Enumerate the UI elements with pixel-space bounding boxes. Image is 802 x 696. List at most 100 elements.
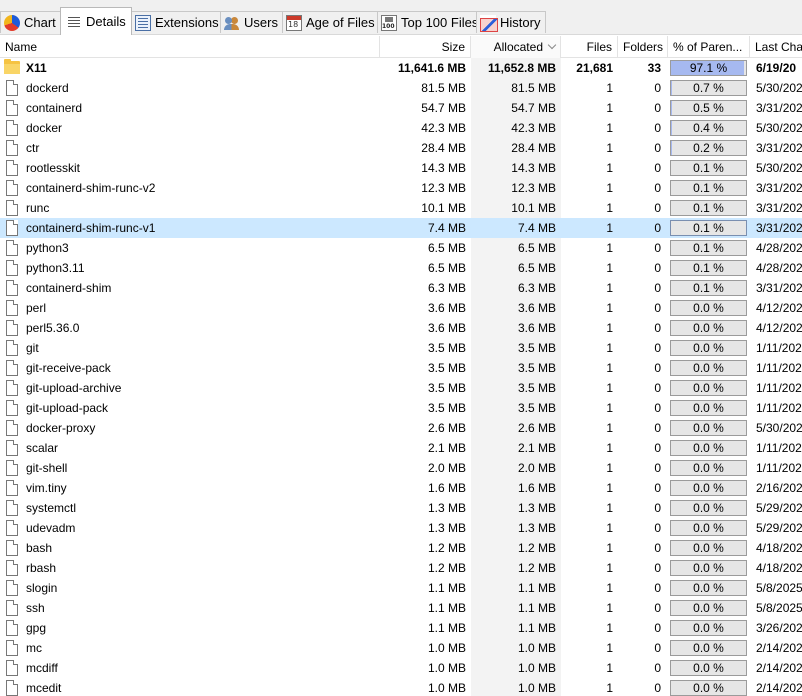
file-row[interactable]: scalar 2.1 MB 2.1 MB 1 0 0.0 % 1/11/202 [0, 438, 802, 458]
percent-of-parent-bar: 0.1 % [670, 220, 747, 236]
file-row[interactable]: containerd-shim 6.3 MB 6.3 MB 1 0 0.1 % 3/31/2… [0, 278, 802, 298]
file-row[interactable]: ssh 1.1 MB 1.1 MB 1 0 0.0 % 5/8/2025 [0, 598, 802, 618]
row-last-change: 5/29/202 [756, 521, 802, 535]
tab-top-100-files[interactable]: Top 100 Files [377, 11, 478, 33]
file-row[interactable]: git-receive-pack 3.5 MB 3.5 MB 1 0 0.0 % 1/11/… [0, 358, 802, 378]
row-folders: 0 [654, 521, 661, 535]
column-header-files[interactable]: Files [561, 36, 618, 58]
file-row[interactable]: containerd-shim-runc-v2 12.3 MB 12.3 MB 1 0 0… [0, 178, 802, 198]
row-allocated: 1.0 MB [471, 658, 561, 678]
row-allocated: 6.5 MB [471, 238, 561, 258]
column-header-last-change[interactable]: Last Char [750, 36, 802, 58]
row-last-change: 4/28/202 [756, 261, 802, 275]
row-allocated: 3.5 MB [471, 378, 561, 398]
row-folders: 0 [654, 601, 661, 615]
file-row[interactable]: vim.tiny 1.6 MB 1.6 MB 1 0 0.0 % 2/16/202 [0, 478, 802, 498]
column-header-percent-of-parent[interactable]: % of Paren... [668, 36, 750, 58]
row-allocated: 12.3 MB [471, 178, 561, 198]
row-files: 1 [606, 101, 613, 115]
tab-chart[interactable]: Chart [0, 11, 61, 33]
row-files: 1 [606, 581, 613, 595]
row-name: python3 [26, 241, 69, 255]
file-row[interactable]: docker-proxy 2.6 MB 2.6 MB 1 0 0.0 % 5/30/202 [0, 418, 802, 438]
tab-users[interactable]: Users [220, 11, 283, 33]
row-last-change: 5/8/2025 [756, 601, 802, 615]
file-row[interactable]: git 3.5 MB 3.5 MB 1 0 0.0 % 1/11/202 [0, 338, 802, 358]
folder-icon [4, 59, 20, 74]
column-header-allocated[interactable]: Allocated [471, 36, 561, 58]
file-row[interactable]: git-upload-archive 3.5 MB 3.5 MB 1 0 0.0 % 1/1… [0, 378, 802, 398]
file-row[interactable]: mcedit 1.0 MB 1.0 MB 1 0 0.0 % 2/14/202 [0, 678, 802, 696]
column-header-name[interactable]: Name [0, 36, 380, 58]
file-icon [6, 160, 18, 176]
row-name: git-shell [26, 461, 68, 475]
calendar-icon [286, 14, 302, 31]
row-allocated: 11,652.8 MB [471, 58, 561, 78]
tab-history[interactable]: History [476, 11, 546, 33]
tab-age-of-files[interactable]: Age of Files [282, 11, 378, 33]
row-folders: 0 [654, 181, 661, 195]
file-row[interactable]: slogin 1.1 MB 1.1 MB 1 0 0.0 % 5/8/2025 [0, 578, 802, 598]
percent-of-parent-text: 0.1 % [693, 261, 724, 275]
row-files: 1 [606, 681, 613, 695]
percent-of-parent-bar: 0.1 % [670, 160, 747, 176]
row-name: dockerd [26, 81, 69, 95]
row-size: 54.7 MB [421, 101, 466, 115]
file-row[interactable]: mcdiff 1.0 MB 1.0 MB 1 0 0.0 % 2/14/202 [0, 658, 802, 678]
row-size: 6.3 MB [427, 281, 466, 295]
file-row[interactable]: bash 1.2 MB 1.2 MB 1 0 0.0 % 4/18/202 [0, 538, 802, 558]
row-allocated: 3.6 MB [471, 298, 561, 318]
tab-extensions[interactable]: Extensions [131, 11, 221, 33]
file-row[interactable]: python3 6.5 MB 6.5 MB 1 0 0.1 % 4/28/202 [0, 238, 802, 258]
row-allocated: 7.4 MB [471, 218, 561, 238]
tab-details[interactable]: Details [60, 7, 132, 35]
percent-of-parent-text: 0.0 % [693, 341, 724, 355]
file-row[interactable]: git-shell 2.0 MB 2.0 MB 1 0 0.0 % 1/11/202 [0, 458, 802, 478]
column-header-size[interactable]: Size [380, 36, 471, 58]
row-name: rootlesskit [26, 161, 81, 175]
row-last-change: 1/11/202 [756, 441, 802, 455]
file-row[interactable]: containerd-shim-runc-v1 7.4 MB 7.4 MB 1 0 0.1… [0, 218, 802, 238]
file-row[interactable]: ctr 28.4 MB 28.4 MB 1 0 0.2 % 3/31/202 [0, 138, 802, 158]
file-row[interactable]: mc 1.0 MB 1.0 MB 1 0 0.0 % 2/14/202 [0, 638, 802, 658]
row-last-change: 1/11/202 [756, 461, 802, 475]
file-row[interactable]: rbash 1.2 MB 1.2 MB 1 0 0.0 % 4/18/202 [0, 558, 802, 578]
row-name: X11 [26, 61, 47, 75]
column-header-folders[interactable]: Folders [618, 36, 668, 58]
row-last-change: 1/11/202 [756, 401, 802, 415]
row-last-change: 3/31/202 [756, 101, 802, 115]
file-row[interactable]: perl5.36.0 3.6 MB 3.6 MB 1 0 0.0 % 4/12/202 [0, 318, 802, 338]
file-row[interactable]: git-upload-pack 3.5 MB 3.5 MB 1 0 0.0 % 1/11/2… [0, 398, 802, 418]
row-allocated: 3.5 MB [471, 338, 561, 358]
file-row[interactable]: rootlesskit 14.3 MB 14.3 MB 1 0 0.1 % 5/30/202 [0, 158, 802, 178]
file-row[interactable]: perl 3.6 MB 3.6 MB 1 0 0.0 % 4/12/202 [0, 298, 802, 318]
file-row[interactable]: udevadm 1.3 MB 1.3 MB 1 0 0.0 % 5/29/202 [0, 518, 802, 538]
file-icon [6, 180, 18, 196]
row-size: 1.0 MB [427, 681, 466, 695]
file-row[interactable]: dockerd 81.5 MB 81.5 MB 1 0 0.7 % 5/30/202 [0, 78, 802, 98]
file-row[interactable]: containerd 54.7 MB 54.7 MB 1 0 0.5 % 3/31/202 [0, 98, 802, 118]
file-icon [6, 240, 18, 256]
row-folders: 0 [654, 581, 661, 595]
row-size: 6.5 MB [427, 261, 466, 275]
row-size: 11,641.6 MB [397, 61, 466, 75]
row-last-change: 5/30/202 [756, 81, 802, 95]
file-row[interactable]: runc 10.1 MB 10.1 MB 1 0 0.1 % 3/31/202 [0, 198, 802, 218]
row-folders: 33 [647, 61, 661, 75]
row-name: bash [26, 541, 53, 555]
file-icon [6, 200, 18, 216]
row-allocated: 1.1 MB [471, 578, 561, 598]
file-row[interactable]: python3.11 6.5 MB 6.5 MB 1 0 0.1 % 4/28/202 [0, 258, 802, 278]
percent-of-parent-text: 0.0 % [693, 561, 724, 575]
row-files: 1 [606, 441, 613, 455]
file-row[interactable]: gpg 1.1 MB 1.1 MB 1 0 0.0 % 3/26/202 [0, 618, 802, 638]
row-name: git-receive-pack [26, 361, 111, 375]
file-row[interactable]: systemctl 1.3 MB 1.3 MB 1 0 0.0 % 5/29/202 [0, 498, 802, 518]
row-size: 2.0 MB [427, 461, 466, 475]
row-allocated: 1.6 MB [471, 478, 561, 498]
row-folders: 0 [654, 121, 661, 135]
file-row[interactable]: docker 42.3 MB 42.3 MB 1 0 0.4 % 5/30/202 [0, 118, 802, 138]
folder-row[interactable]: X11 11,641.6 MB 11,652.8 MB 21,681 33 97.1 % 6… [0, 58, 802, 78]
row-allocated: 6.5 MB [471, 258, 561, 278]
percent-of-parent-bar: 0.0 % [670, 340, 747, 356]
